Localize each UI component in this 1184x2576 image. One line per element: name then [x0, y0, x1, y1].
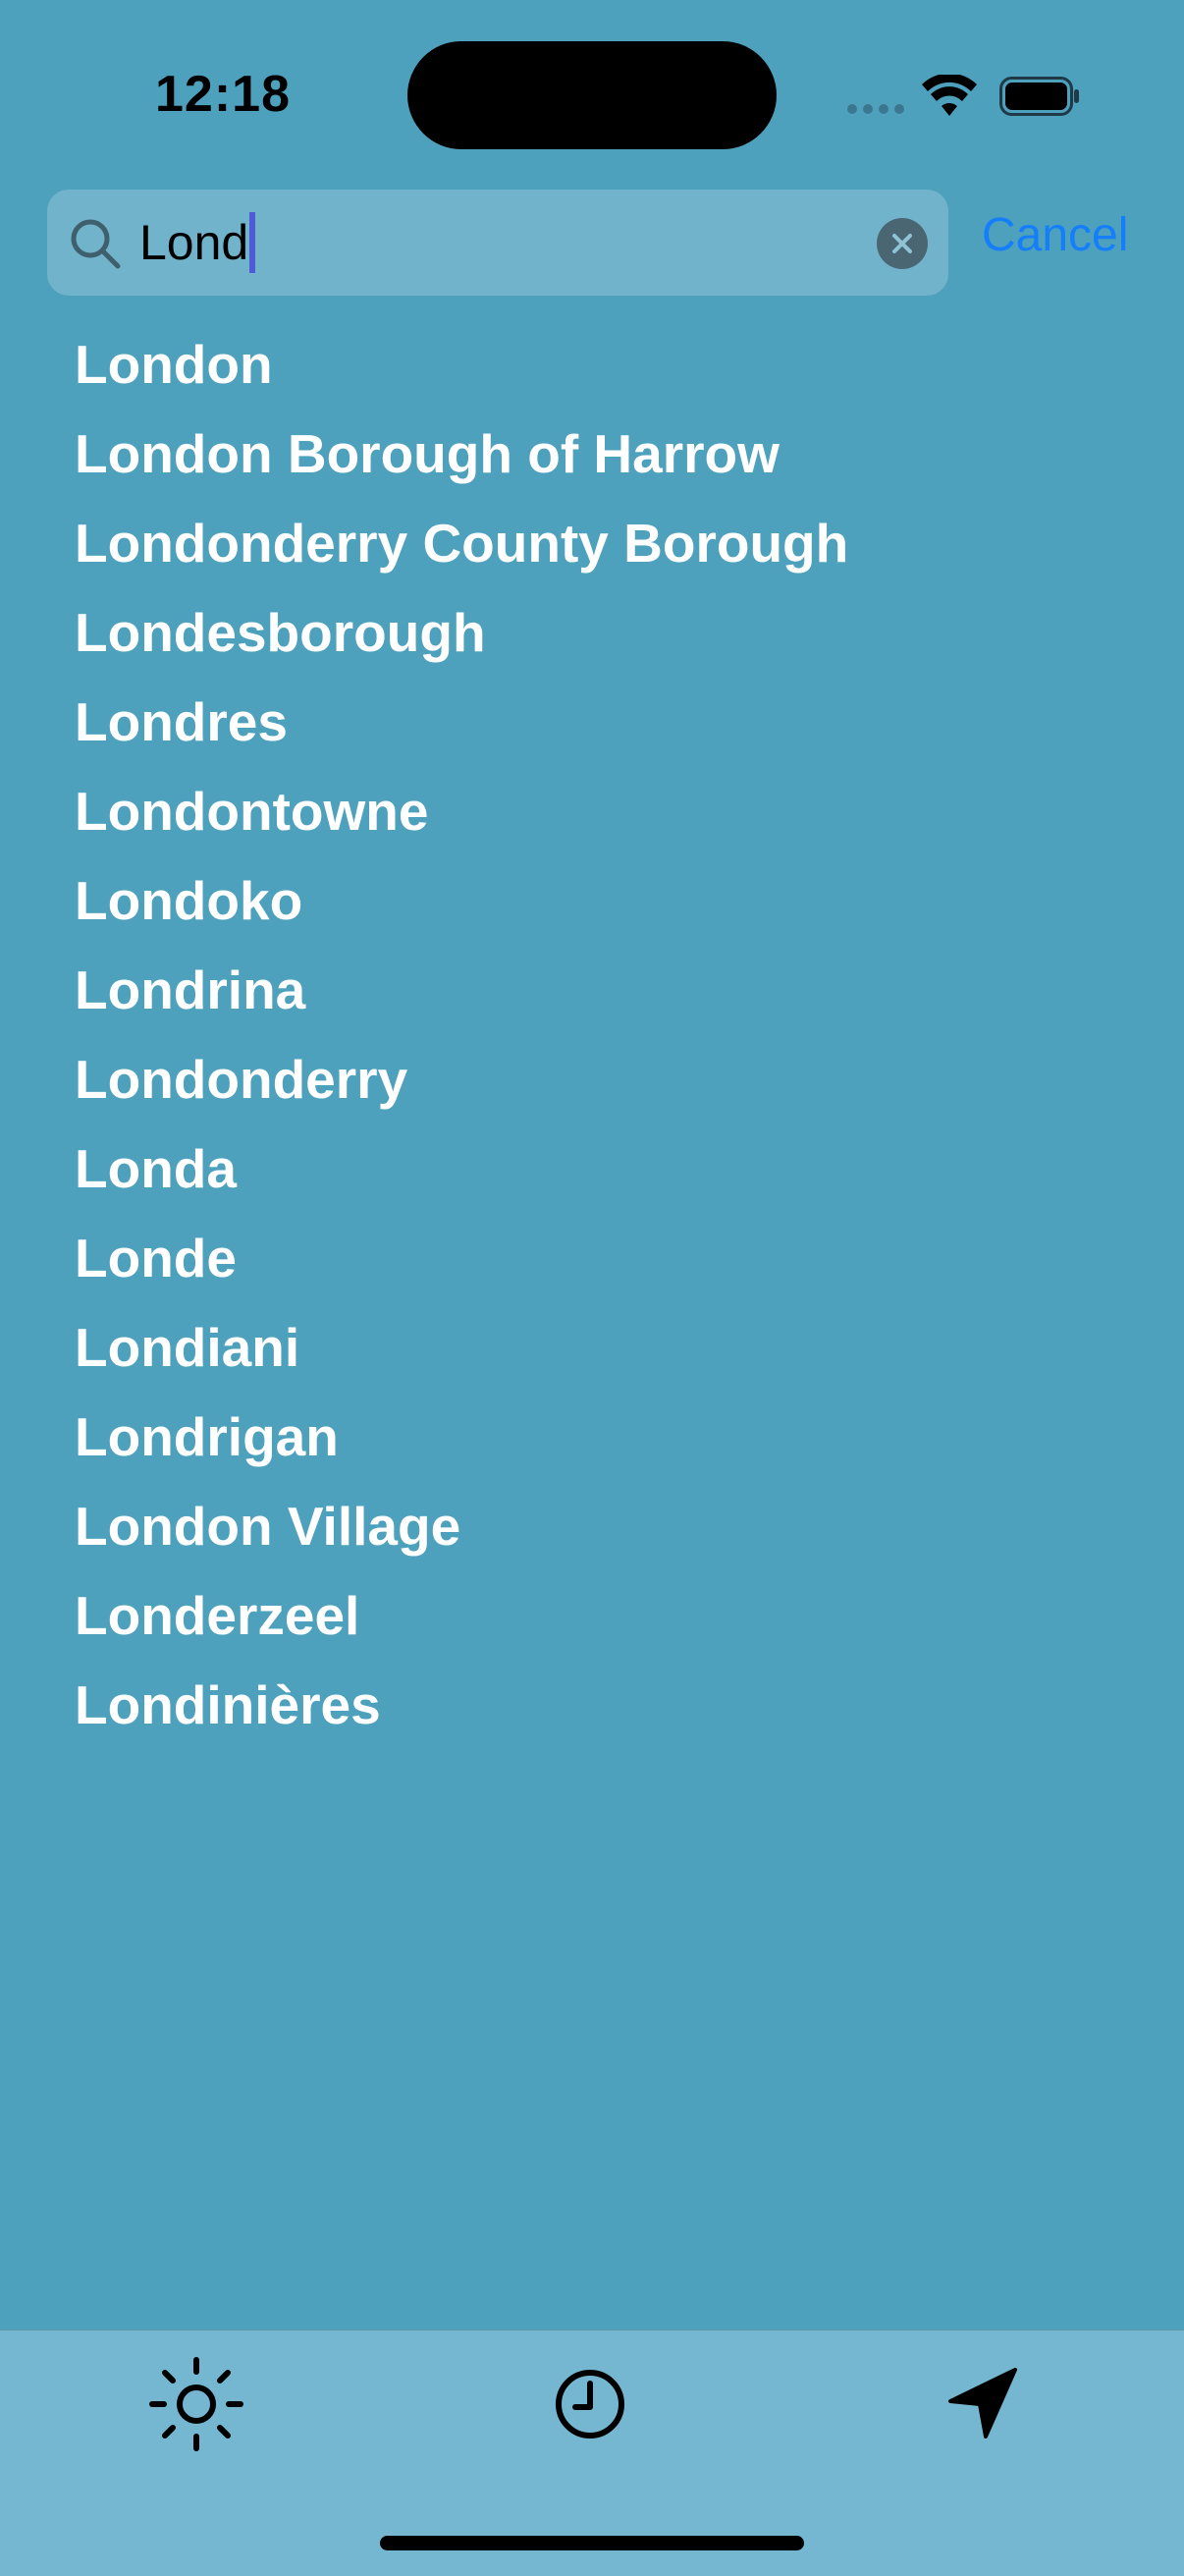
result-item[interactable]: Londerzeel	[75, 1571, 848, 1661]
search-results-list: London London Borough of Harrow Londonde…	[75, 320, 848, 1750]
battery-icon	[999, 77, 1079, 116]
clear-icon[interactable]	[877, 218, 928, 269]
search-input-value: Lond	[139, 215, 249, 270]
result-item[interactable]: Londonderry	[75, 1035, 848, 1124]
search-input[interactable]: Lond	[139, 207, 866, 278]
text-caret	[249, 212, 256, 273]
status-time: 12:18	[155, 66, 291, 123]
result-item[interactable]: Londinières	[75, 1661, 848, 1750]
result-item[interactable]: Londe	[75, 1214, 848, 1303]
wifi-icon	[922, 75, 977, 116]
tab-location[interactable]	[929, 2350, 1037, 2458]
clock-icon	[556, 2370, 624, 2439]
search-icon	[71, 219, 121, 269]
result-item[interactable]: Londa	[75, 1124, 848, 1214]
location-arrow-icon	[948, 2368, 1017, 2439]
search-field[interactable]: Lond	[47, 190, 948, 296]
result-item[interactable]: Londesborough	[75, 588, 848, 678]
result-item[interactable]: Londonderry County Borough	[75, 499, 848, 588]
status-bar: 12:18	[0, 0, 1184, 187]
result-item[interactable]: London Village	[75, 1482, 848, 1571]
tab-history[interactable]	[536, 2350, 644, 2458]
sun-icon	[149, 2357, 243, 2451]
result-item[interactable]: Londiani	[75, 1303, 848, 1393]
result-item[interactable]: Londontowne	[75, 767, 848, 856]
cancel-button[interactable]: Cancel	[982, 208, 1128, 262]
dynamic-island	[407, 41, 777, 149]
tab-weather[interactable]	[142, 2350, 250, 2458]
result-item[interactable]: Londoko	[75, 856, 848, 946]
result-item[interactable]: London Borough of Harrow	[75, 410, 848, 499]
home-indicator	[380, 2536, 804, 2550]
result-item[interactable]: Londres	[75, 678, 848, 767]
result-item[interactable]: London	[75, 320, 848, 410]
result-item[interactable]: Londrigan	[75, 1393, 848, 1482]
cellular-dots-icon	[847, 104, 904, 114]
result-item[interactable]: Londrina	[75, 946, 848, 1035]
